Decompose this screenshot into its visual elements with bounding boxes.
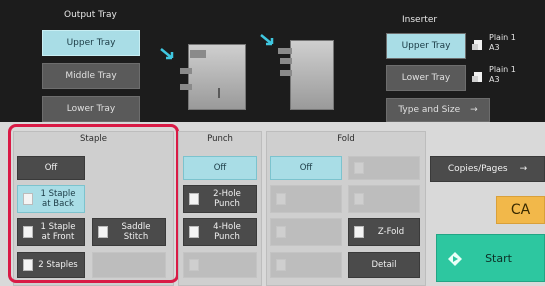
paper-icon — [472, 40, 482, 50]
inserter-lower-tray-button[interactable]: Lower Tray — [386, 65, 466, 91]
label-line-2: Punch — [214, 199, 240, 209]
output-upper-tray-button[interactable]: Upper Tray — [42, 30, 140, 56]
fold-disabled-option — [348, 156, 420, 180]
inserter-lower-paper-info: Plain 1 A3 — [489, 65, 516, 85]
output-lower-tray-button[interactable]: Lower Tray — [42, 96, 140, 122]
output-middle-tray-button[interactable]: Middle Tray — [42, 63, 140, 89]
paper-type: Plain 1 — [489, 33, 516, 42]
four-hole-punch-label: 4-Hole Punch — [213, 222, 241, 242]
label-line-2: Stitch — [123, 232, 149, 242]
staple-one-front-label: 1 Staple at Front — [40, 222, 75, 242]
fold-icon — [354, 193, 364, 205]
staple-one-back-button[interactable]: 1 Staple at Back — [17, 185, 85, 213]
label-line-1: Saddle — [121, 222, 151, 232]
punch-off-label: Off — [213, 163, 227, 173]
z-fold-button[interactable]: Z-Fold — [348, 218, 420, 246]
four-hole-punch-button[interactable]: 4-Hole Punch — [183, 218, 257, 246]
punch-title: Punch — [207, 134, 233, 144]
finishing-preview-area: Output Tray Upper Tray Middle Tray Lower… — [0, 0, 545, 122]
type-and-size-label: Type and Size — [398, 105, 461, 115]
staple-title: Staple — [80, 134, 107, 144]
fold-detail-label: Detail — [371, 260, 397, 270]
output-tray-title: Output Tray — [64, 10, 117, 20]
paper-size: A3 — [489, 75, 500, 84]
two-staples-label: 2 Staples — [38, 260, 78, 270]
staple-one-back-label: 1 Staple at Back — [40, 189, 75, 209]
saddle-stitch-icon — [98, 226, 108, 238]
paper-type: Plain 1 — [489, 65, 516, 74]
paper-size: A3 — [489, 43, 500, 52]
label-line-2: at Back — [42, 199, 74, 209]
label-line-2: at Front — [41, 232, 75, 242]
staple-icon — [23, 226, 33, 238]
arrow-right-icon: → — [470, 105, 478, 115]
staple-disabled-option — [92, 252, 166, 278]
saddle-stitch-label: Saddle Stitch — [122, 222, 151, 242]
fold-detail-button[interactable]: Detail — [348, 252, 420, 278]
punch-icon — [189, 259, 199, 271]
inserter-upper-paper-info: Plain 1 A3 — [489, 33, 516, 53]
fold-icon — [354, 162, 364, 174]
staple-off-button[interactable]: Off — [17, 156, 85, 180]
inserter-upper-tray-button[interactable]: Upper Tray — [386, 33, 466, 59]
z-fold-icon — [354, 226, 364, 238]
start-label: Start — [485, 251, 512, 265]
fold-disabled-option — [270, 185, 342, 213]
label-line-1: 2-Hole — [213, 189, 241, 199]
staple-icon — [23, 193, 33, 205]
fold-off-label: Off — [299, 163, 313, 173]
saddle-stitch-button[interactable]: Saddle Stitch — [92, 218, 166, 246]
two-hole-punch-button[interactable]: 2-Hole Punch — [183, 185, 257, 213]
label-line-1: 4-Hole — [213, 222, 241, 232]
start-button[interactable]: Start — [436, 234, 545, 282]
fold-disabled-option — [270, 252, 342, 278]
arrow-right-icon: → — [519, 164, 528, 174]
label-line-1: 1 Staple — [40, 222, 76, 232]
staple-one-front-button[interactable]: 1 Staple at Front — [17, 218, 85, 246]
punch-icon — [189, 193, 199, 205]
clear-all-label: CA — [510, 202, 531, 218]
fold-icon — [276, 226, 286, 238]
fold-icon — [276, 193, 286, 205]
fold-icon — [276, 259, 286, 271]
staple-off-label: Off — [44, 163, 58, 173]
inserter-title: Inserter — [402, 15, 438, 25]
paper-icon — [472, 72, 482, 82]
punch-disabled-option — [183, 252, 257, 278]
two-hole-punch-label: 2-Hole Punch — [213, 189, 241, 209]
label-line-1: 1 Staple — [40, 189, 76, 199]
start-icon — [448, 252, 462, 266]
arrow-indicator-icon — [260, 34, 274, 46]
two-staples-button[interactable]: 2 Staples — [17, 252, 85, 278]
punch-off-button[interactable]: Off — [183, 156, 257, 180]
fold-off-button[interactable]: Off — [270, 156, 342, 180]
arrow-indicator-icon — [160, 48, 174, 60]
copies-pages-button[interactable]: Copies/Pages → — [430, 156, 545, 182]
fold-title: Fold — [337, 134, 355, 144]
type-and-size-button[interactable]: Type and Size → — [386, 98, 490, 122]
clear-all-button[interactable]: CA — [496, 196, 545, 224]
copies-pages-label: Copies/Pages — [447, 164, 508, 174]
z-fold-label: Z-Fold — [377, 227, 405, 237]
staple-icon — [23, 259, 33, 271]
fold-disabled-option — [270, 218, 342, 246]
punch-icon — [189, 226, 199, 238]
fold-disabled-option — [348, 185, 420, 213]
label-line-2: Punch — [214, 232, 240, 242]
